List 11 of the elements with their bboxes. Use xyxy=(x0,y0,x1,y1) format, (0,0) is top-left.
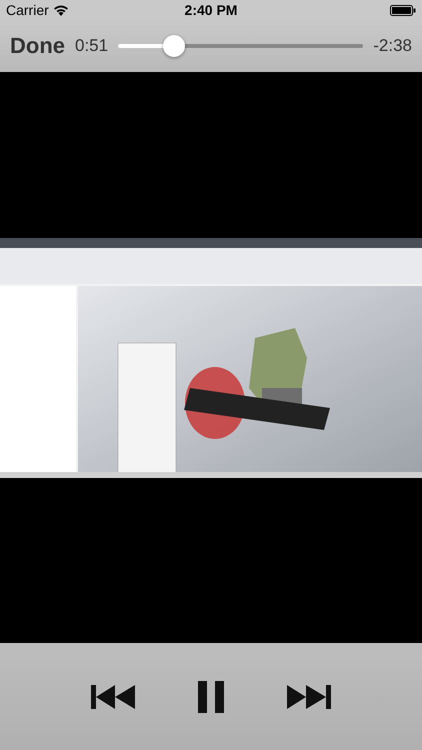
next-button[interactable] xyxy=(286,684,331,708)
pause-button[interactable] xyxy=(198,680,224,712)
battery-icon xyxy=(390,4,416,16)
wifi-icon xyxy=(52,4,69,16)
remaining-time: -2:38 xyxy=(373,36,412,56)
carrier-name: Carrier xyxy=(6,2,49,18)
elapsed-time: 0:51 xyxy=(75,36,108,56)
scrubber-thumb[interactable] xyxy=(163,35,186,57)
previous-button[interactable] xyxy=(91,684,136,708)
done-button[interactable]: Done xyxy=(10,33,65,59)
clock-time: 2:40 PM xyxy=(184,2,238,18)
